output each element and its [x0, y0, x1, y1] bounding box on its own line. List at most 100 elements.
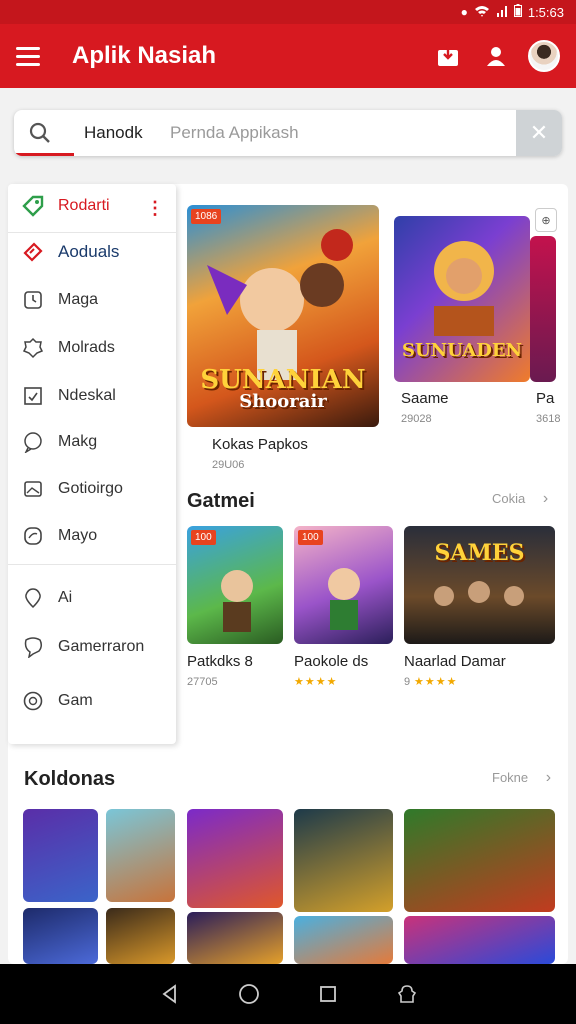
game-meta: 9	[404, 676, 411, 688]
drawer-item-maga[interactable]: Maga	[8, 280, 176, 320]
featured-name[interactable]: Kokas Papkos	[212, 436, 308, 453]
drawer-item-label: Ndeskal	[58, 387, 116, 404]
drawer-item-label: Maga	[58, 291, 99, 308]
drawer-item-label: Makg	[58, 433, 98, 450]
drawer-item-label: Gam	[58, 692, 93, 709]
drawer-item-mayo[interactable]: Mayo	[8, 516, 176, 556]
featured-badge: 1086	[191, 209, 222, 224]
featured-card[interactable]: SUNUADEN	[394, 216, 530, 382]
menu-icon[interactable]	[16, 40, 48, 72]
back-icon[interactable]	[154, 978, 186, 1010]
bubble-icon	[22, 636, 44, 658]
battery-icon	[513, 4, 522, 20]
drawer-item-makg[interactable]: Makg	[8, 422, 176, 462]
grid-card[interactable]	[23, 908, 98, 964]
drawer-item-label: Mayo	[58, 527, 98, 544]
grid-card[interactable]	[404, 916, 555, 964]
featured-meta: 3618	[536, 413, 561, 425]
grid-card[interactable]	[187, 912, 283, 964]
game-name[interactable]: Patkdks 8	[187, 653, 253, 670]
alarm-icon: ●	[460, 5, 468, 19]
chevron-right-icon: ›	[545, 769, 552, 786]
game-card[interactable]: SAMES	[404, 526, 555, 644]
grid-card[interactable]	[23, 809, 98, 902]
check-square-icon	[22, 385, 44, 407]
section-more-label: Cokia	[492, 491, 526, 506]
search-icon[interactable]	[14, 122, 66, 144]
chat-icon	[22, 431, 44, 453]
featured-card[interactable]: 1086 SUNANIAN Shoorair	[187, 205, 379, 427]
game-name[interactable]: Paokole ds	[294, 653, 368, 670]
grid-card[interactable]	[294, 916, 393, 964]
signal-icon	[496, 5, 508, 20]
avatar[interactable]	[528, 40, 560, 72]
section-more-games[interactable]: Cokia ›	[492, 490, 548, 508]
status-time: 1:5:63	[527, 4, 564, 20]
recents-icon[interactable]	[312, 978, 344, 1010]
drawer-item-label: Gamerraron	[58, 638, 145, 655]
expand-icon[interactable]: ⊕	[535, 208, 557, 232]
clear-search-icon[interactable]: ✕	[516, 110, 562, 156]
section-title-koldonas: Koldonas	[24, 768, 116, 790]
drawer-item-label: Ai	[58, 589, 73, 606]
more-options-icon[interactable]: ⋮	[146, 198, 164, 219]
drawer-item-label: Aoduals	[58, 242, 120, 261]
image-icon	[22, 478, 44, 500]
featured-name[interactable]: Saame	[401, 390, 449, 407]
app-bar: Aplik Nasiah	[0, 24, 576, 88]
drawer-item-gam[interactable]: Gam	[8, 681, 176, 721]
section-title-games: Gatmei	[187, 490, 255, 512]
profile-icon[interactable]	[478, 38, 514, 74]
grid-card[interactable]	[106, 809, 175, 902]
game-name[interactable]: Naarlad Damar	[404, 653, 506, 670]
grid-card[interactable]	[106, 908, 175, 964]
grid-card[interactable]	[187, 809, 283, 908]
game-card[interactable]: 100	[294, 526, 393, 644]
ticket-icon	[22, 241, 44, 263]
search-placeholder: Pernda Appikash	[170, 123, 299, 142]
whatsapp-icon	[22, 690, 44, 712]
drawer-item-aoduals[interactable]: Aoduals	[8, 232, 176, 272]
drawer-item-ai[interactable]: Ai	[8, 578, 176, 618]
navigation-drawer: Rodarti ⋮ Aoduals Maga Molrads Ndeskal M…	[8, 184, 176, 744]
assistant-icon[interactable]	[391, 978, 423, 1010]
drawer-item-label: Rodarti	[58, 197, 110, 214]
pin-icon	[22, 587, 44, 609]
game-badge: 100	[298, 530, 323, 545]
grid-card[interactable]	[294, 809, 393, 912]
game-card[interactable]: 100	[187, 526, 283, 644]
chevron-right-icon: ›	[542, 490, 549, 507]
game-rating: ★★★★	[414, 676, 458, 688]
home-icon[interactable]	[233, 978, 265, 1010]
search-bar[interactable]: Hanodk Pernda Appikash ✕	[14, 110, 562, 156]
game-meta: 27705	[187, 676, 218, 688]
system-nav-bar	[0, 964, 576, 1024]
featured-meta: 29028	[401, 413, 432, 425]
featured-art-subtitle: Shoorair	[239, 391, 327, 412]
game-badge: 100	[191, 530, 216, 545]
drawer-item-gamerraron[interactable]: Gamerraron	[8, 627, 176, 667]
featured-meta: 29U06	[212, 459, 245, 471]
divider	[8, 564, 176, 565]
tag-icon	[22, 195, 44, 217]
game-rating: ★★★★	[294, 676, 338, 688]
drawer-item-molrads[interactable]: Molrads	[8, 328, 176, 368]
wifi-icon	[474, 5, 490, 20]
leaf-icon	[22, 525, 44, 547]
featured-card-peek[interactable]	[530, 236, 556, 382]
featured-name[interactable]: Pa	[536, 390, 554, 407]
drawer-item-label: Gotioirgo	[58, 480, 123, 497]
inbox-icon[interactable]	[430, 38, 466, 74]
status-bar: ● 1:5:63	[0, 0, 576, 24]
section-more-koldonas[interactable]: Fokne ›	[492, 769, 551, 787]
drawer-item-ndeskal[interactable]: Ndeskal	[8, 376, 176, 416]
search-input[interactable]: Hanodk	[84, 123, 170, 143]
featured-art-title: SUNUADEN	[401, 340, 523, 361]
drawer-item-label: Molrads	[58, 339, 115, 356]
drawer-item-gotioirgo[interactable]: Gotioirgo	[8, 469, 176, 509]
section-more-label: Fokne	[492, 770, 529, 785]
grid-card[interactable]	[404, 809, 555, 912]
clock-icon	[22, 289, 44, 311]
app-title: Aplik Nasiah	[72, 42, 217, 69]
badge-icon	[22, 337, 44, 359]
